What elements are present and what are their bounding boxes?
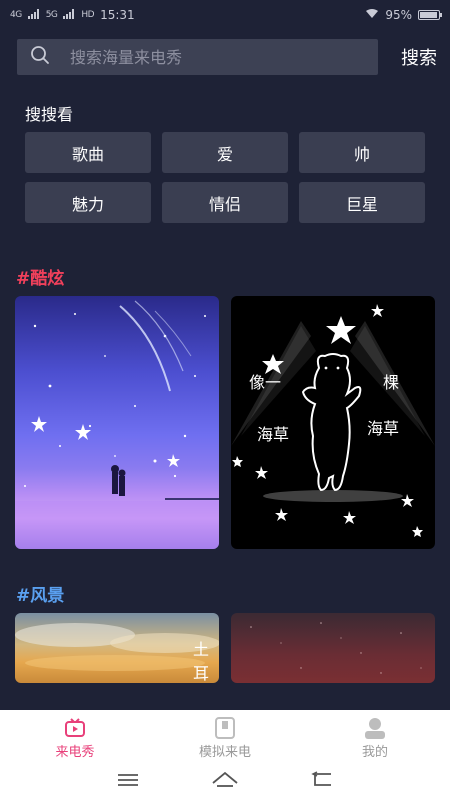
bear-text-1: 像一 (249, 373, 281, 392)
tab-simulated-call[interactable]: 模拟来电 (150, 710, 300, 766)
tab-label-mine: 我的 (361, 744, 388, 760)
tag-charm[interactable]: 魅力 (25, 182, 151, 223)
search-row: 搜索 (17, 38, 437, 76)
video-card-sky[interactable]: 土 耳 (15, 613, 219, 683)
bear-text-4: 海草 (367, 419, 399, 438)
video-card-bear[interactable]: 像一 棵 海草 海草 (231, 296, 435, 549)
tab-label-simulated-call: 模拟来电 (198, 744, 251, 760)
tag-love[interactable]: 爱 (162, 132, 288, 173)
phone-frame-icon (215, 716, 235, 739)
home-icon[interactable] (212, 771, 238, 791)
signal-4g: 4G (10, 10, 22, 20)
person-icon (364, 717, 386, 739)
battery-icon (418, 10, 442, 20)
video-card-galaxy[interactable] (15, 296, 219, 549)
system-navigation (0, 766, 450, 796)
bear-text-2: 棵 (383, 373, 399, 392)
category-title-scenery: #风景 (16, 586, 65, 606)
search-icon (30, 45, 50, 69)
bear-text-3: 海草 (257, 425, 289, 444)
signal-bars-icon (27, 8, 40, 22)
battery-percent: 95% (385, 8, 412, 22)
status-bar: 4G 5G HD 15:31 95% (0, 0, 450, 30)
search-button[interactable]: 搜索 (401, 44, 437, 70)
tv-icon (64, 717, 86, 739)
menu-icon[interactable] (117, 772, 139, 791)
tag-couple[interactable]: 情侣 (162, 182, 288, 223)
hot-search-tags: 歌曲 爱 帅 魅力 情侣 巨星 (25, 132, 425, 223)
sky-text-2: 耳 (193, 664, 209, 683)
tab-mine[interactable]: 我的 (300, 710, 450, 766)
hot-search-title: 搜搜看 (25, 105, 74, 124)
bottom-navigation: 来电秀 模拟来电 我的 (0, 710, 450, 800)
sky-text-1: 土 (193, 640, 209, 659)
tag-handsome[interactable]: 帅 (299, 132, 425, 173)
search-box[interactable] (17, 39, 378, 75)
signal-bars-icon (63, 8, 75, 22)
tab-call-show[interactable]: 来电秀 (0, 710, 150, 766)
status-time: 15:31 (100, 8, 135, 22)
tag-song[interactable]: 歌曲 (25, 132, 151, 173)
search-input[interactable] (68, 46, 352, 68)
tab-label-call-show: 来电秀 (55, 744, 95, 760)
tag-superstar[interactable]: 巨星 (299, 182, 425, 223)
video-card-night-sky[interactable] (231, 613, 435, 683)
hd-badge: HD (81, 10, 95, 20)
back-icon[interactable] (311, 771, 333, 791)
wifi-icon (365, 8, 379, 22)
category-title-cool: #酷炫 (16, 269, 65, 289)
signal-5g: 5G (45, 10, 58, 20)
